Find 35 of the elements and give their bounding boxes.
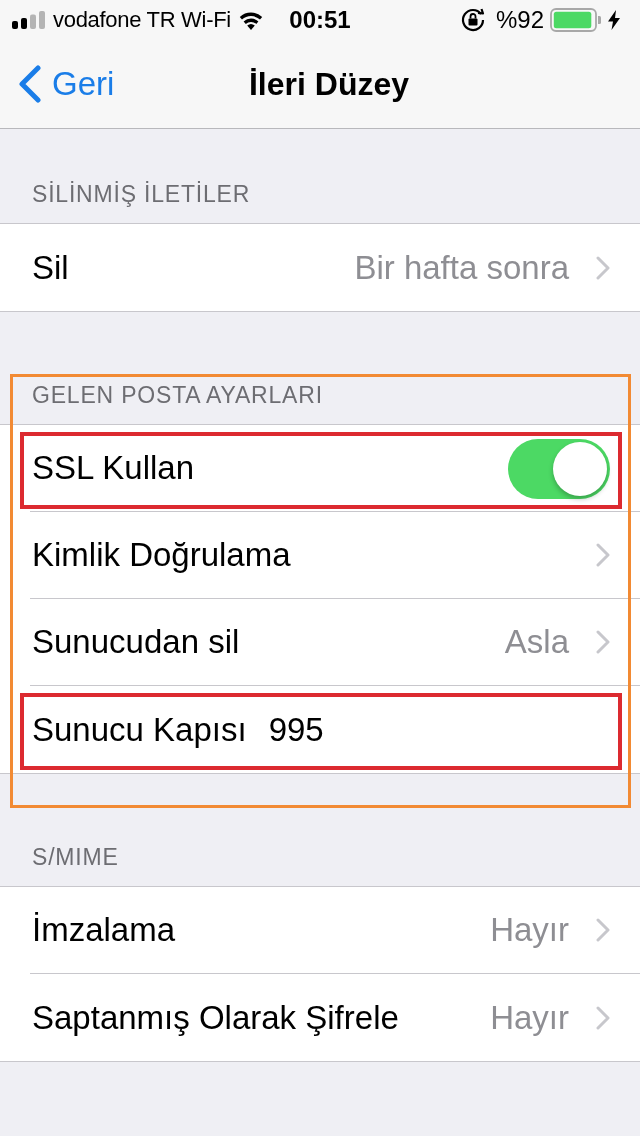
row-value: Hayır	[490, 911, 569, 949]
section-header: SİLİNMİŞ İLETİLER	[32, 180, 251, 208]
settings-row[interactable]: Sil Bir hafta sonra	[0, 224, 640, 311]
chevron-right-icon	[596, 1005, 610, 1030]
row-value: Asla	[504, 623, 569, 661]
settings-row[interactable]: Sunucudan sil Asla	[0, 599, 640, 686]
row-label: Sunucu Kapısı	[32, 710, 247, 749]
row-label: Saptanmış Olarak Şifrele	[32, 998, 399, 1037]
status-time: 00:51	[288, 6, 351, 34]
carrier-name: vodafone TR Wi-Fi	[53, 7, 231, 33]
row-label: SSL Kullan	[32, 449, 195, 487]
chevron-right-icon	[596, 255, 610, 280]
charging-bolt-icon	[608, 10, 620, 30]
row-label: Sunucudan sil	[32, 623, 240, 661]
section-header: S/MIME	[32, 843, 119, 871]
chevron-right-icon	[596, 918, 610, 942]
toggle-switch[interactable]	[508, 439, 610, 499]
wifi-icon	[237, 10, 264, 30]
settings-row[interactable]: İmzalama Hayır	[0, 887, 640, 974]
row-value: Bir hafta sonra	[354, 248, 569, 287]
settings-row[interactable]: Saptanmış Olarak Şifrele Hayır	[0, 974, 640, 1061]
back-button[interactable]: Geri	[18, 65, 115, 103]
signal-strength-icon	[12, 11, 46, 29]
back-chevron-icon	[18, 65, 42, 103]
chevron-right-icon	[596, 543, 610, 567]
page-title: İleri Düzey	[248, 65, 410, 103]
row-value: Hayır	[490, 998, 569, 1037]
row-label: Sil	[32, 248, 69, 287]
row-label: İmzalama	[32, 911, 176, 949]
section-header: GELEN POSTA AYARLARI	[32, 381, 323, 409]
chevron-right-icon	[596, 630, 610, 654]
rotation-lock-icon	[459, 7, 486, 33]
row-label: Kimlik Doğrulama	[32, 536, 291, 574]
battery-percentage: %92	[495, 6, 544, 34]
settings-row[interactable]: Kimlik Doğrulama	[0, 512, 640, 599]
